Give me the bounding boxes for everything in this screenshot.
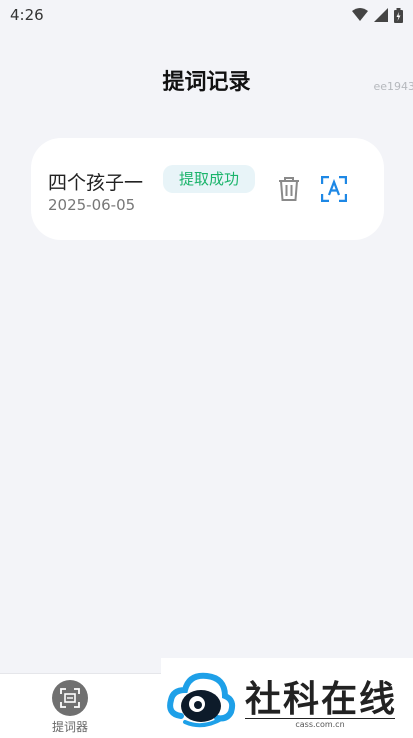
- status-icons: [352, 7, 403, 23]
- record-card[interactable]: 四个孩子一 2025-06-05 提取成功: [31, 138, 384, 240]
- brand-watermark: 社科在线 cass.com.cn: [161, 658, 413, 738]
- nav-item-label: 提词器: [51, 720, 88, 734]
- scan-text-icon[interactable]: [321, 176, 347, 202]
- page-title: 提词记录: [162, 70, 251, 95]
- status-time: 4:26: [10, 6, 44, 24]
- battery-icon: [394, 7, 403, 23]
- brand-logo-icon: [167, 672, 236, 728]
- wifi-icon: [352, 8, 368, 21]
- signal-icon: [374, 8, 388, 22]
- delete-icon[interactable]: [277, 176, 301, 202]
- teleprompter-icon: [52, 680, 88, 716]
- device-id-watermark: ee1943: [373, 80, 413, 93]
- record-name: 四个孩子一: [48, 172, 144, 194]
- status-bar: 4:26: [0, 0, 413, 30]
- record-date: 2025-06-05: [48, 196, 136, 214]
- brand-url: cass.com.cn: [245, 718, 395, 729]
- brand-text: 社科在线: [245, 679, 398, 720]
- screen: 4:26 提词记录 ee1943 四个孩子一 2025-06-05 提取成功 提…: [0, 0, 413, 738]
- status-badge: 提取成功: [163, 165, 255, 193]
- nav-item-teleprompter[interactable]: 提词器: [50, 680, 90, 735]
